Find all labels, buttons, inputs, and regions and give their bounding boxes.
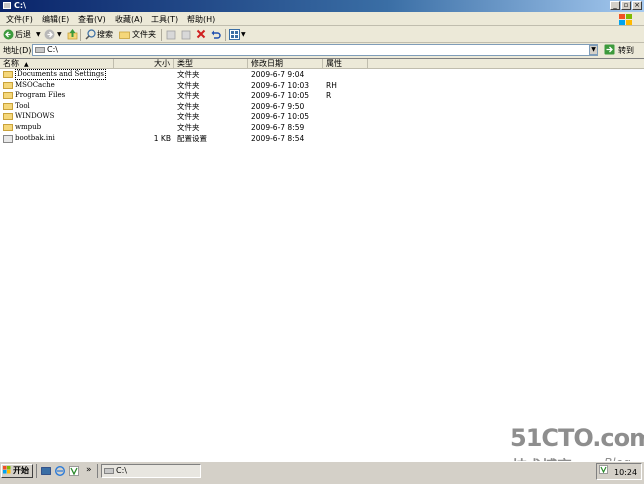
file-row[interactable]: Tool 文件夹 2009-6-7 9:50 — [0, 101, 644, 112]
folder-icon — [3, 124, 13, 131]
address-label: 地址(D) — [3, 46, 32, 55]
address-input[interactable] — [32, 44, 598, 56]
windows-logo-icon — [619, 14, 632, 25]
forward-arrow-icon[interactable] — [44, 29, 55, 40]
column-modified[interactable]: 修改日期 — [248, 59, 323, 69]
file-type: 文件夹 — [177, 123, 200, 132]
file-name: wmpub — [15, 123, 42, 131]
column-type[interactable]: 类型 — [174, 59, 248, 69]
file-modified: 2009-6-7 10:03 — [251, 80, 310, 90]
file-attributes: R — [326, 91, 332, 101]
file-type: 文件夹 — [177, 101, 200, 111]
taskbar-window-button[interactable]: C:\ — [101, 464, 201, 478]
folders-button[interactable]: 文件夹 — [132, 29, 156, 40]
file-name: Tool — [15, 101, 30, 110]
minimize-button[interactable]: _ — [610, 1, 620, 10]
taskbar-separator — [36, 464, 37, 478]
column-attributes[interactable]: 属性 — [323, 59, 368, 69]
file-type: 文件夹 — [177, 80, 200, 90]
toolbar-separator — [80, 29, 81, 41]
folder-icon — [3, 92, 13, 100]
up-folder-icon[interactable] — [67, 28, 78, 40]
file-modified: 2009-6-7 9:04 — [251, 70, 305, 79]
ini-file-icon — [3, 134, 13, 143]
folder-icon — [3, 102, 13, 110]
back-button[interactable]: 后退 — [15, 29, 31, 40]
folder-icon — [3, 81, 13, 89]
column-size[interactable]: 大小 — [114, 59, 174, 69]
quicklaunch-more-icon[interactable]: » — [86, 465, 92, 475]
folders-icon[interactable] — [119, 30, 130, 39]
tray-app-icon[interactable] — [599, 465, 608, 474]
views-icon[interactable] — [229, 29, 240, 40]
file-type: 文件夹 — [177, 70, 200, 79]
column-name[interactable]: 名称 ▲ — [0, 59, 114, 69]
address-dropdown-icon[interactable]: ▼ — [589, 45, 598, 55]
undo-icon[interactable] — [210, 29, 221, 40]
file-name: MSOCache — [15, 80, 55, 89]
search-button[interactable]: 搜索 — [97, 29, 113, 40]
file-type: 文件夹 — [177, 112, 200, 122]
file-modified: 2009-6-7 10:05 — [251, 112, 310, 122]
taskbar-separator — [97, 464, 98, 478]
file-row[interactable]: Program Files 文件夹 2009-6-7 10:05 R — [0, 90, 644, 101]
move-to-icon[interactable] — [166, 29, 176, 40]
drive-icon — [3, 2, 11, 9]
toolbar-separator — [225, 29, 226, 41]
maximize-button[interactable]: ▫ — [621, 1, 631, 10]
file-row[interactable]: Documents and Settings 文件夹 2009-6-7 9:04 — [0, 69, 644, 80]
menu-favorites[interactable]: 收藏(A) — [115, 14, 143, 25]
search-icon[interactable] — [85, 29, 96, 40]
file-modified: 2009-6-7 8:54 — [251, 133, 305, 143]
file-row[interactable]: WINDOWS 文件夹 2009-6-7 10:05 — [0, 111, 644, 122]
menu-view[interactable]: 查看(V) — [78, 14, 106, 25]
file-type: 文件夹 — [177, 91, 200, 101]
file-row[interactable]: MSOCache 文件夹 2009-6-7 10:03 RH — [0, 80, 644, 91]
window-title: C:\ — [14, 1, 26, 10]
go-arrow-icon[interactable] — [604, 44, 615, 55]
forward-dropdown-icon[interactable]: ▼ — [57, 31, 62, 38]
close-button[interactable]: × — [632, 1, 642, 10]
sort-asc-icon: ▲ — [24, 61, 29, 68]
file-modified: 2009-6-7 10:05 — [251, 91, 310, 101]
ie-icon[interactable] — [55, 466, 65, 476]
drive-icon — [35, 47, 45, 53]
folder-icon — [3, 113, 13, 121]
menu-help[interactable]: 帮助(H) — [187, 14, 215, 25]
toolbar-separator — [161, 29, 162, 41]
file-type: 配置设置 — [177, 133, 207, 143]
file-row[interactable]: wmpub 文件夹 2009-6-7 8:59 — [0, 122, 644, 133]
show-desktop-icon[interactable] — [41, 466, 51, 476]
folder-icon — [3, 71, 13, 78]
copy-to-icon[interactable] — [181, 29, 191, 40]
file-attributes: RH — [326, 80, 337, 90]
menu-file[interactable]: 文件(F) — [6, 14, 33, 25]
file-modified: 2009-6-7 9:50 — [251, 101, 305, 111]
file-size: 1 KB — [153, 133, 171, 143]
back-dropdown-icon[interactable]: ▼ — [36, 31, 41, 38]
delete-icon[interactable] — [196, 29, 206, 39]
back-arrow-icon[interactable] — [3, 29, 14, 40]
file-name: Documents and Settings — [15, 69, 106, 80]
watermark-logo: 51CTO.com — [510, 424, 644, 452]
file-name: Program Files — [15, 91, 66, 100]
file-modified: 2009-6-7 8:59 — [251, 123, 305, 132]
drive-icon — [104, 468, 114, 474]
file-row[interactable]: bootbak.ini 1 KB 配置设置 2009-6-7 8:54 — [0, 133, 644, 144]
file-name: bootbak.ini — [15, 133, 55, 142]
start-logo-icon — [3, 466, 11, 474]
menu-edit[interactable]: 编辑(E) — [42, 14, 69, 25]
menu-tools[interactable]: 工具(T) — [151, 14, 178, 25]
go-button[interactable]: 转到 — [618, 45, 634, 56]
views-dropdown-icon[interactable]: ▼ — [241, 31, 246, 38]
address-value: C:\ — [47, 45, 58, 54]
title-bar[interactable] — [0, 0, 644, 12]
vmware-icon[interactable] — [69, 466, 79, 476]
file-name: WINDOWS — [15, 112, 55, 121]
clock[interactable]: 10:24 — [614, 468, 637, 477]
